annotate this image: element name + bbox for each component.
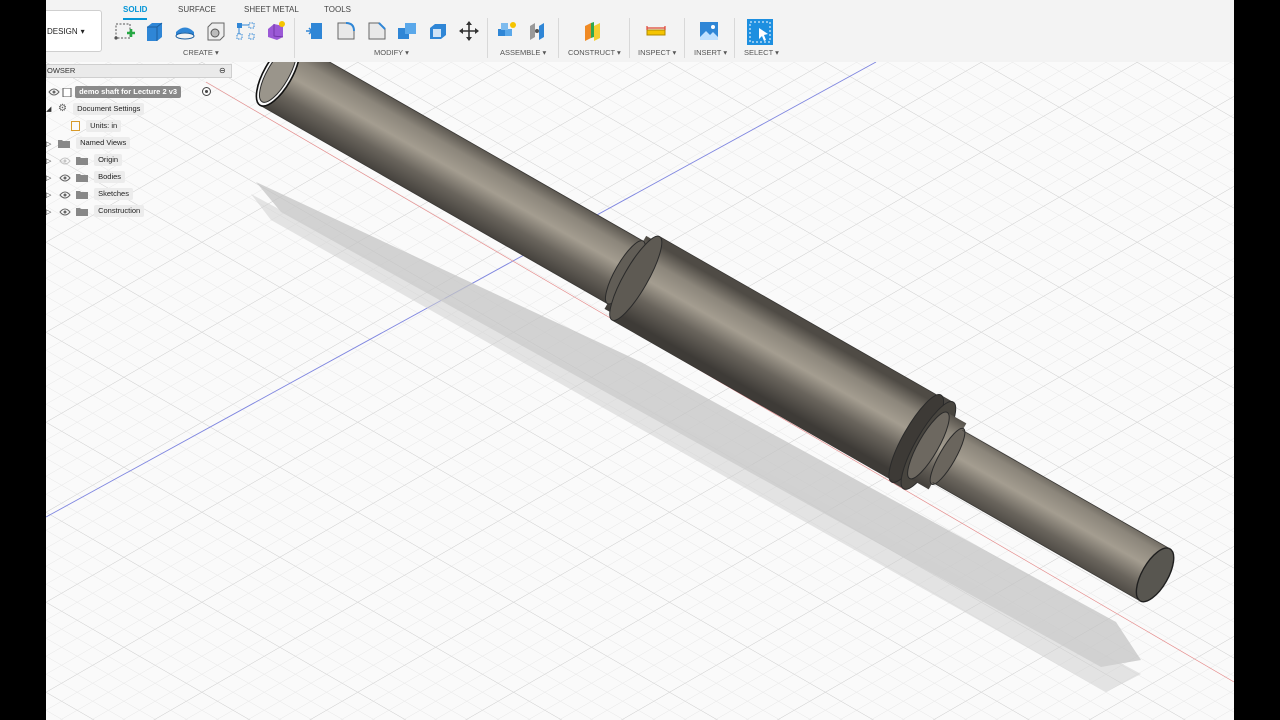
tree-item-origin[interactable]: Origin [76,153,123,167]
chevron-down-icon: ▾ [80,26,85,36]
collapse-icon[interactable]: ⊖ [219,65,226,77]
tree-item-named-views[interactable]: Named Views [58,136,131,150]
expand-arrow-icon[interactable]: ◢ [46,105,51,113]
combine-icon[interactable] [396,20,418,42]
shell-icon[interactable] [427,20,449,42]
tree-item-bodies[interactable]: Bodies [76,170,126,184]
tree-item-sketches[interactable]: Sketches [76,187,133,201]
measure-icon[interactable] [645,20,667,42]
folder-icon [76,207,88,216]
tab-sheet-metal[interactable]: SHEET METAL [244,4,299,18]
extrude-icon[interactable] [143,20,165,42]
document-icon [61,87,73,97]
eye-icon[interactable] [59,174,71,182]
separator [734,18,735,58]
folder-icon [76,173,88,182]
separator [684,18,685,58]
select-menu[interactable]: SELECT ▾ [744,48,779,57]
modify-menu[interactable]: MODIFY ▾ [374,48,409,57]
expand-arrow-icon[interactable]: ▷ [46,191,51,199]
tree-item-document-settings[interactable]: ⚙ Document Settings [58,102,145,116]
eye-icon[interactable] [59,208,71,216]
tree-item-label: Document Settings [73,103,145,115]
document-name: demo shaft for Lecture 2 v3 [75,86,182,98]
tree-item-label: Units: in [86,120,122,132]
folder-icon [76,190,88,199]
separator [558,18,559,58]
activate-radio-icon[interactable] [202,87,211,96]
folder-icon [58,139,70,148]
press-pull-icon[interactable] [304,20,326,42]
pattern-icon[interactable] [235,20,257,42]
separator [487,18,488,58]
expand-arrow-icon[interactable]: ▷ [46,208,51,216]
construct-menu[interactable]: CONSTRUCT ▾ [568,48,621,57]
gear-icon: ⚙ [58,103,67,114]
tab-solid[interactable]: SOLID [123,4,148,20]
tab-tools[interactable]: TOOLS [324,4,351,18]
units-icon [71,121,80,132]
folder-icon [76,156,88,165]
eye-icon[interactable] [59,157,71,165]
expand-arrow-icon[interactable]: ▷ [46,140,51,148]
insert-image-icon[interactable] [698,20,720,42]
tree-item-label: Named Views [76,137,131,149]
tree-item-label: Bodies [94,171,126,183]
fusion-app-window: DESIGN ▾ SOLID SURFACE SHEET METAL TOOLS… [46,0,1234,720]
workspace-label: DESIGN [47,26,78,36]
hole-icon[interactable] [205,20,227,42]
separator [294,18,295,58]
eye-icon[interactable] [48,88,60,96]
expand-arrow-icon[interactable]: ▷ [46,157,51,165]
offset-plane-icon[interactable] [581,20,603,42]
tree-item-label: Sketches [94,188,133,200]
workspace-switcher[interactable]: DESIGN ▾ [46,10,102,52]
create-form-icon[interactable] [265,20,287,42]
browser-panel: OWSER ⊖ demo shaft for Lecture 2 v3 ◢ ⚙ … [46,64,232,224]
tree-item-construction[interactable]: Construction [76,204,145,218]
create-menu[interactable]: CREATE ▾ [183,48,219,57]
tab-surface[interactable]: SURFACE [178,4,216,18]
joint-icon[interactable] [527,20,549,42]
tree-item-units[interactable]: Units: in [71,119,122,133]
inspect-menu[interactable]: INSPECT ▾ [638,48,676,57]
select-icon[interactable] [746,18,774,46]
separator [629,18,630,58]
browser-title: OWSER [47,66,76,75]
toolbar: DESIGN ▾ SOLID SURFACE SHEET METAL TOOLS… [46,0,1234,63]
document-root[interactable]: demo shaft for Lecture 2 v3 [61,85,182,99]
browser-header: OWSER ⊖ [46,64,232,78]
fillet-icon[interactable] [335,20,357,42]
new-component-icon[interactable] [496,20,518,42]
eye-icon[interactable] [59,191,71,199]
move-icon[interactable] [458,20,480,42]
tree-item-label: Construction [94,205,145,217]
assemble-menu[interactable]: ASSEMBLE ▾ [500,48,546,57]
insert-menu[interactable]: INSERT ▾ [694,48,727,57]
create-sketch-icon[interactable] [114,20,136,42]
tree-item-label: Origin [94,154,123,166]
expand-arrow-icon[interactable]: ▷ [46,174,51,182]
revolve-icon[interactable] [174,20,196,42]
chamfer-icon[interactable] [366,20,388,42]
